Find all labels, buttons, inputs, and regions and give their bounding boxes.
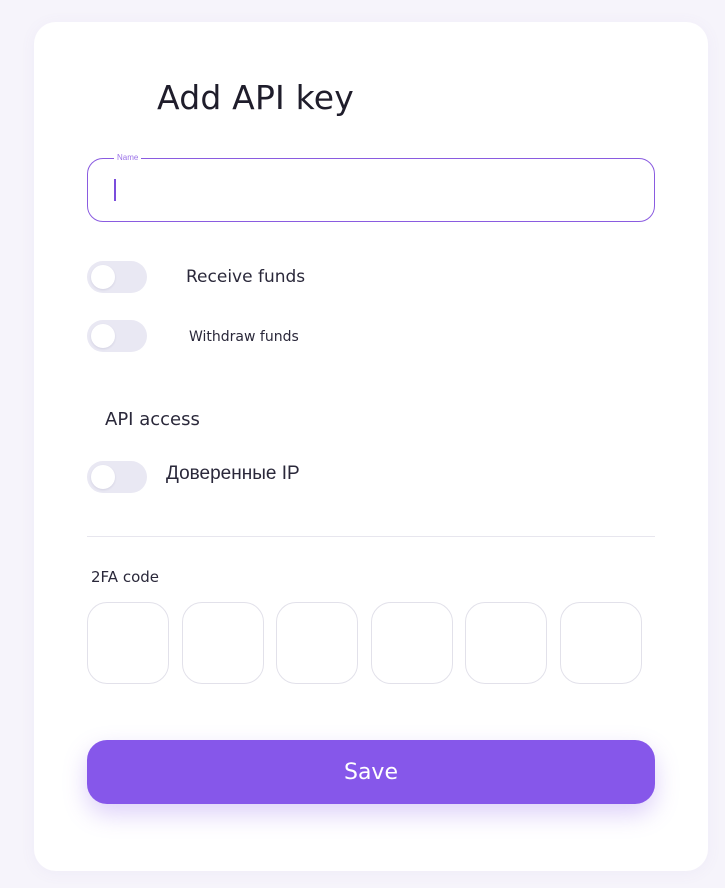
name-field[interactable]: Name [87,152,655,222]
twofa-digit-3[interactable] [276,602,358,684]
page-title: Add API key [157,78,355,117]
add-api-key-card: Add API key Name Receive funds Withdraw … [34,22,708,871]
twofa-digit-6[interactable] [560,602,642,684]
receive-funds-toggle[interactable] [87,261,147,293]
section-divider [87,536,655,537]
save-button[interactable]: Save [87,740,655,804]
toggle-knob [91,265,115,289]
twofa-digit-4[interactable] [371,602,453,684]
toggle-knob [91,324,115,348]
withdraw-funds-label: Withdraw funds [189,329,299,345]
name-input[interactable] [98,169,638,211]
trusted-ip-toggle[interactable] [87,461,147,493]
api-access-heading: API access [105,409,200,430]
twofa-label: 2FA code [91,568,159,586]
text-caret [114,179,116,201]
twofa-digit-1[interactable] [87,602,169,684]
receive-funds-label: Receive funds [186,267,306,287]
toggle-knob [91,465,115,489]
trusted-ip-label: Доверенные IP [166,463,300,484]
twofa-digit-5[interactable] [465,602,547,684]
name-field-label: Name [114,152,142,164]
withdraw-funds-toggle[interactable] [87,320,147,352]
twofa-digit-2[interactable] [182,602,264,684]
